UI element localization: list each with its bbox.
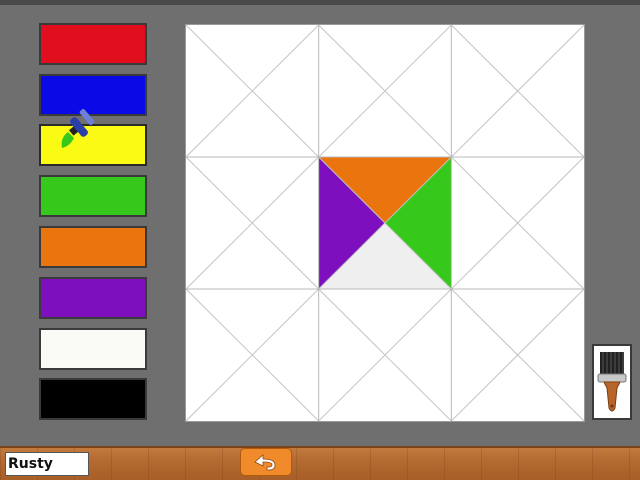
color-swatch[interactable] <box>39 124 147 166</box>
color-swatch[interactable] <box>39 277 147 319</box>
undo-icon <box>254 454 276 471</box>
top-bar <box>0 0 640 5</box>
undo-button[interactable] <box>240 448 292 476</box>
color-swatch[interactable] <box>39 328 147 370</box>
color-swatch[interactable] <box>39 226 147 268</box>
brush-tool-button[interactable] <box>592 344 632 420</box>
color-swatch[interactable] <box>39 23 147 65</box>
bottom-bar <box>0 446 640 480</box>
paint-brush-icon <box>597 352 627 412</box>
color-swatch[interactable] <box>39 74 147 116</box>
color-swatch[interactable] <box>39 378 147 420</box>
canvas-grid[interactable] <box>186 25 584 421</box>
drawing-canvas[interactable] <box>185 24 585 422</box>
color-swatch[interactable] <box>39 175 147 217</box>
player-name: Rusty <box>5 452 89 476</box>
